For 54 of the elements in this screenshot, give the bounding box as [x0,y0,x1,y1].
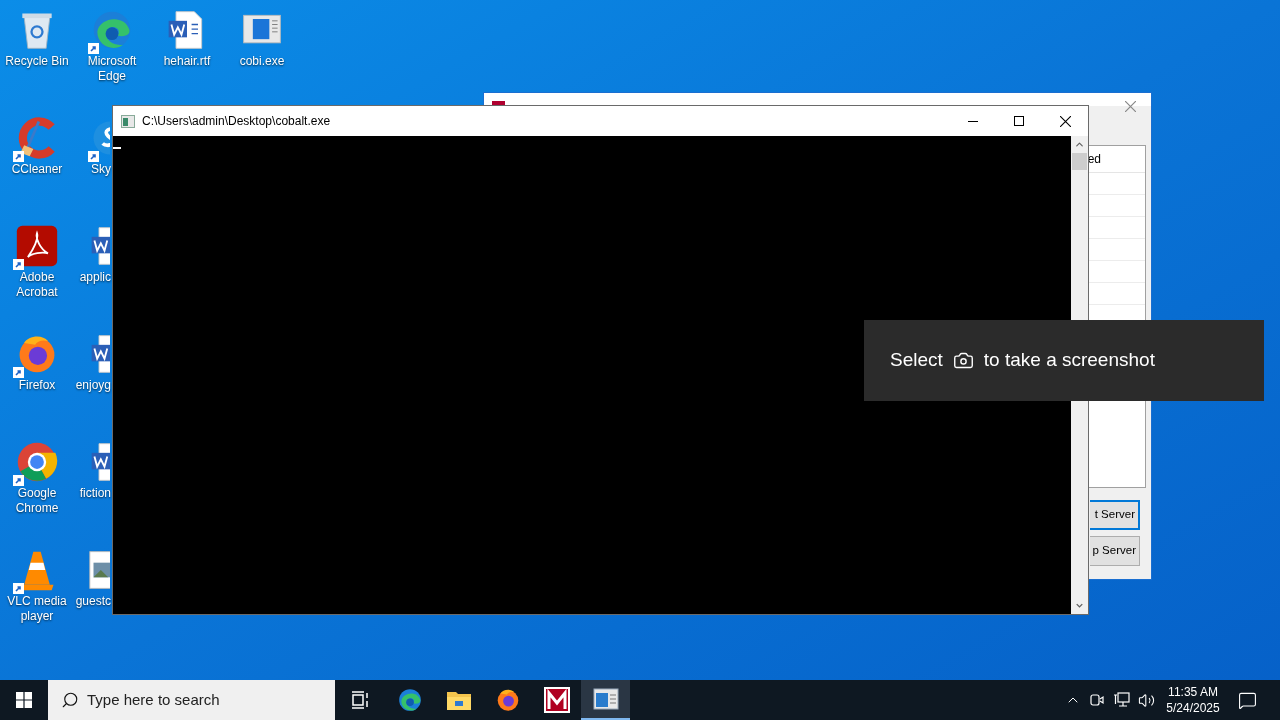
text-cursor [113,147,121,149]
shortcut-arrow-icon [88,43,99,54]
toast-text: Select [890,348,943,373]
desktop-icon-label: applic [79,270,111,285]
image-file-icon [88,548,110,592]
folder-icon [445,689,472,711]
console-window-icon [592,688,619,710]
windows-logo-icon [16,692,32,708]
clock[interactable]: 11:35 AM 5/24/2025 [1163,684,1223,716]
shortcut-arrow-icon [13,583,24,594]
toast-text: to take a screenshot [983,348,1155,373]
shortcut-arrow-icon [88,151,99,162]
desktop-icon-label: Adobe Acrobat [15,270,59,300]
desktop-icon-label: Google Chrome [14,486,60,516]
edge-logo-icon [396,687,423,713]
taskbar-app-button[interactable] [581,680,630,720]
desktop-icon-label: fiction [79,486,111,501]
clock-time: 11:35 AM [1168,684,1218,700]
window-title: C:\Users\admin\Desktop\cobalt.exe [142,113,331,130]
shortcut-arrow-icon [13,151,24,162]
desktop-icon-label: enjoyg [75,378,111,393]
desktop-icon-label: Sky [91,162,111,177]
shortcut-arrow-icon [13,367,24,378]
network-icon[interactable] [1113,692,1130,708]
clock-date: 5/24/2025 [1166,700,1220,716]
close-icon [1125,101,1136,112]
search-field[interactable]: Type here to search [48,680,335,720]
shortcut-arrow-icon [13,475,24,486]
shortcut-arrow-icon [13,259,24,270]
pdf-icon [15,224,59,268]
search-icon [61,691,79,709]
desktop-icon-label: hehair.rtf [163,54,211,69]
desktop-icon-label: VLC media player [6,594,68,624]
desktop-icon-label: Recycle Bin [5,54,69,69]
desktop-icon-label: cobi.exe [239,54,285,69]
desktop-icon-label: guestc [75,594,111,609]
desktop-icon-label: Firefox [18,378,56,393]
desktop-icon-label: CCleaner [11,162,63,177]
desktop-icon-label: Microsoft Edge [86,54,138,84]
minimize-icon [968,120,978,122]
camera-icon [952,350,974,371]
search-input[interactable]: Type here to search [87,688,327,712]
m-logo-icon [543,687,570,713]
server-button[interactable]: p Server [1090,536,1140,566]
server-button[interactable]: t Server [1090,500,1140,530]
maximize-icon [1014,116,1024,126]
chrome-icon [15,440,59,484]
console-window-icon [121,114,135,128]
notifications-icon[interactable] [1238,690,1257,710]
speaker-icon[interactable] [1138,691,1155,709]
task-view-icon [350,691,371,709]
scrollbar-thumb[interactable] [1072,153,1087,170]
close-icon [1059,115,1071,127]
webcam-icon[interactable] [1089,692,1105,708]
